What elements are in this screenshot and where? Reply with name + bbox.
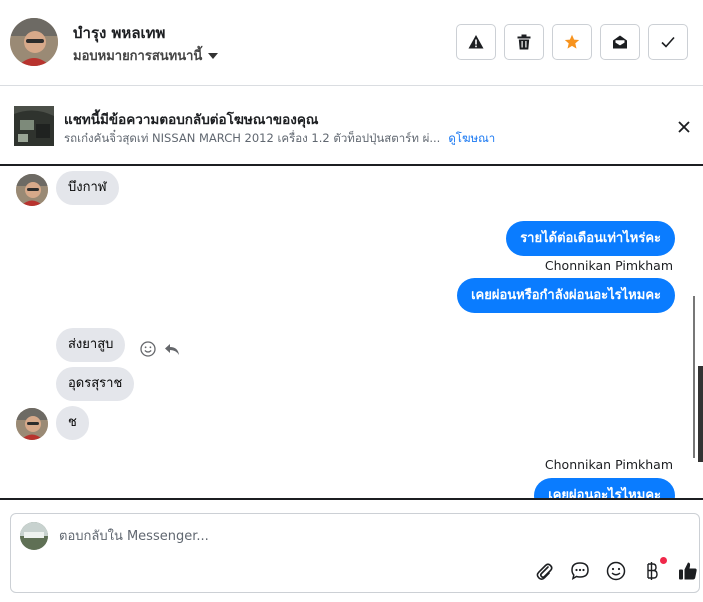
message-thread[interactable]: บึงกาฬ รายได้ต่อเดือนเท่าไหร่คะ Chonnika… (0, 168, 703, 499)
sender-avatar[interactable] (16, 408, 48, 440)
mark-done-button[interactable] (648, 24, 688, 60)
close-icon (678, 121, 690, 133)
incoming-message[interactable]: ส่งยาสูบ (56, 328, 126, 362)
contact-avatar[interactable] (10, 18, 58, 66)
page-avatar (20, 522, 48, 550)
caret-down-icon (208, 53, 219, 59)
emoji-icon (606, 561, 626, 581)
warning-icon (468, 35, 484, 49)
sender-name: Chonnikan Pimkham (544, 457, 673, 472)
spam-button[interactable] (456, 24, 496, 60)
like-button[interactable] (677, 560, 699, 582)
conversation-actions (456, 24, 688, 60)
attach-button[interactable] (533, 560, 555, 582)
trash-icon (517, 34, 531, 50)
incoming-message[interactable]: บึงกาฬ (56, 171, 119, 205)
smiley-icon (140, 341, 156, 357)
reply-icon (165, 343, 179, 355)
check-icon (661, 36, 675, 48)
ad-reply-banner: แชทนี้มีข้อความตอบกลับต่อโฆษณาของคุณ รถเ… (0, 87, 703, 166)
ad-description: รถเก๋งคันจิ๋วสุดเท่ NISSAN MARCH 2012 เค… (64, 131, 441, 145)
conversation-header: บำรุง พหลเทพ มอบหมายการสนทนานี้ (0, 0, 703, 86)
star-icon (564, 34, 580, 49)
view-ad-link[interactable]: ดูโฆษณา (448, 131, 495, 145)
paperclip-icon (536, 563, 553, 580)
thumbs-up-icon (679, 562, 697, 580)
scrollbar-thumb[interactable] (698, 366, 703, 462)
mark-unread-button[interactable] (600, 24, 640, 60)
baht-icon (647, 562, 658, 580)
sender-name: Chonnikan Pimkham (544, 258, 673, 273)
contact-name: บำรุง พหลเทพ (73, 24, 166, 42)
payment-button[interactable] (641, 557, 667, 582)
envelope-open-icon (613, 35, 627, 49)
emoji-button[interactable] (605, 560, 627, 582)
composer-toolbar (533, 557, 699, 582)
incoming-message[interactable]: ช (56, 406, 89, 440)
chat-bubble-icon (571, 562, 589, 580)
divider (0, 498, 703, 500)
outgoing-message[interactable]: เคยผ่อนหรือกำลังผ่อนอะไรไหมคะ (457, 278, 675, 313)
reply-button[interactable] (164, 342, 180, 361)
outgoing-message[interactable]: เคยผ่อนอะไรไหมคะ (534, 478, 675, 499)
saved-replies-button[interactable] (569, 560, 591, 582)
star-button[interactable] (552, 24, 592, 60)
reply-input[interactable] (59, 524, 619, 548)
ad-banner-title: แชทนี้มีข้อความตอบกลับต่อโฆษณาของคุณ (64, 112, 319, 128)
sender-avatar[interactable] (16, 174, 48, 206)
assign-conversation-dropdown[interactable]: มอบหมายการสนทนานี้ (73, 45, 219, 66)
assign-label: มอบหมายการสนทนานี้ (73, 49, 203, 64)
notification-dot (660, 557, 667, 564)
reply-composer (10, 513, 700, 593)
ad-banner-subtitle: รถเก๋งคันจิ๋วสุดเท่ NISSAN MARCH 2012 เค… (64, 130, 495, 148)
ad-thumbnail[interactable] (14, 106, 54, 146)
message-hover-actions (140, 341, 180, 361)
incoming-message[interactable]: อุดรสุราช (56, 367, 135, 401)
close-banner-button[interactable] (674, 117, 694, 137)
delete-button[interactable] (504, 24, 544, 60)
react-button[interactable] (140, 341, 156, 361)
outgoing-message[interactable]: รายได้ต่อเดือนเท่าไหร่คะ (506, 221, 675, 256)
